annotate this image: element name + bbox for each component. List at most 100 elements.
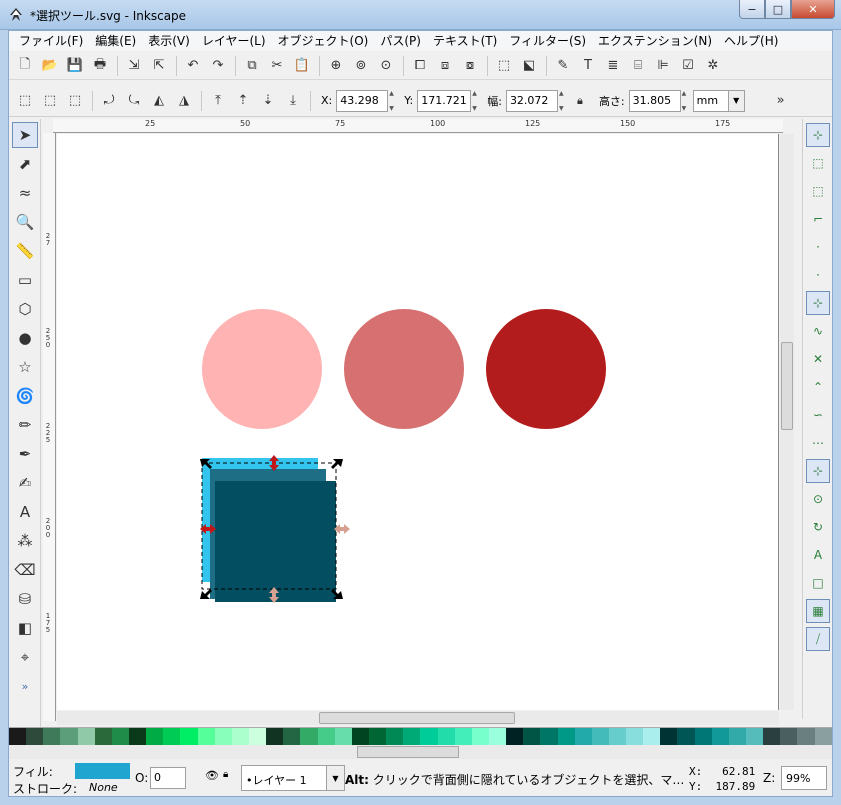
- palette-swatch[interactable]: [574, 728, 592, 745]
- palette-swatch[interactable]: [797, 728, 815, 745]
- palette-swatch[interactable]: [43, 728, 61, 745]
- more-tools-button[interactable]: »: [769, 89, 793, 113]
- maximize-button[interactable]: □: [765, 0, 791, 19]
- star-tool[interactable]: ☆: [12, 354, 38, 380]
- snap-cusp-icon[interactable]: ⌃: [806, 375, 830, 399]
- dropper-tool[interactable]: ⌖: [12, 644, 38, 670]
- palette-swatch[interactable]: [454, 728, 472, 745]
- palette-swatch[interactable]: [780, 728, 798, 745]
- redo-icon[interactable]: ↷: [206, 54, 230, 78]
- menu-item-9[interactable]: ヘルプ(H): [718, 31, 784, 51]
- vertical-scrollbar[interactable]: [780, 134, 794, 710]
- layer-lock-icon[interactable]: 🔒︎: [223, 769, 228, 780]
- eye-icon[interactable]: 👁︎: [205, 769, 219, 782]
- duplicate-icon[interactable]: ⧠: [408, 54, 432, 78]
- gradient-tool[interactable]: ◧: [12, 615, 38, 641]
- close-button[interactable]: ✕: [791, 0, 835, 19]
- menu-item-8[interactable]: エクステンション(N): [592, 31, 718, 51]
- menu-item-5[interactable]: パス(P): [374, 31, 427, 51]
- palette-swatch[interactable]: [94, 728, 112, 745]
- lock-icon[interactable]: 🔒︎: [568, 89, 592, 113]
- palette-swatch[interactable]: [626, 728, 644, 745]
- layer-select[interactable]: •レイヤー 1 ▼: [241, 765, 345, 791]
- menu-item-7[interactable]: フィルター(S): [503, 31, 592, 51]
- snap-guide-icon[interactable]: ⧸: [806, 627, 830, 651]
- vertical-scroll-thumb[interactable]: [781, 342, 793, 430]
- snap-intersection-icon[interactable]: ✕: [806, 347, 830, 371]
- calligraphy-tool[interactable]: ✍: [12, 470, 38, 496]
- menu-item-4[interactable]: オブジェクト(O): [272, 31, 375, 51]
- menu-item-6[interactable]: テキスト(T): [427, 31, 503, 51]
- spiral-tool[interactable]: 🌀: [12, 383, 38, 409]
- menu-item-1[interactable]: 編集(E): [89, 31, 142, 51]
- palette-swatch[interactable]: [523, 728, 541, 745]
- save-icon[interactable]: 💾: [63, 54, 87, 78]
- palette-swatch[interactable]: [763, 728, 781, 745]
- fill-indicator[interactable]: [75, 763, 130, 779]
- spray-tool[interactable]: ⁂: [12, 528, 38, 554]
- palette-swatch[interactable]: [746, 728, 764, 745]
- import-icon[interactable]: ⇲: [122, 54, 146, 78]
- palette-swatch[interactable]: [506, 728, 524, 745]
- ungroup-icon[interactable]: ⬕: [517, 54, 541, 78]
- palette-swatch[interactable]: [266, 728, 284, 745]
- palette-swatch[interactable]: [197, 728, 215, 745]
- snap-bbox-icon[interactable]: ⬚: [806, 151, 830, 175]
- palette-swatch[interactable]: [214, 728, 232, 745]
- cut-icon[interactable]: ✂: [265, 54, 289, 78]
- palette-swatch[interactable]: [608, 728, 627, 745]
- snap-toggle-icon[interactable]: ⊹: [806, 123, 830, 147]
- fill-stroke-icon[interactable]: ✎: [551, 54, 575, 78]
- bucket-tool[interactable]: ⛁: [12, 586, 38, 612]
- snap-bbox-midpoint-icon[interactable]: ·: [806, 235, 830, 259]
- snap-grid-icon[interactable]: ▦: [806, 599, 830, 623]
- palette-swatch[interactable]: [694, 728, 712, 745]
- palette-swatch[interactable]: [814, 728, 832, 745]
- palette-swatch[interactable]: [248, 728, 267, 745]
- palette-swatch[interactable]: [77, 728, 95, 745]
- palette-swatch[interactable]: [677, 728, 695, 745]
- x-spin-arrows[interactable]: ▲ ▼: [389, 90, 398, 112]
- dark-teal-square[interactable]: [215, 481, 336, 602]
- palette-swatch[interactable]: [300, 728, 318, 745]
- snap-bbox-center-icon[interactable]: ⋅: [806, 263, 830, 287]
- opacity-input[interactable]: 0: [150, 767, 186, 789]
- snap-smooth-icon[interactable]: ∽: [806, 403, 830, 427]
- clone-icon[interactable]: ⧈: [433, 54, 457, 78]
- ellipse-tool[interactable]: ●: [12, 325, 38, 351]
- lower-icon[interactable]: ⇣: [256, 89, 280, 113]
- paste-icon[interactable]: 📋: [290, 54, 314, 78]
- select-all-layers-icon[interactable]: ⬚: [38, 89, 62, 113]
- export-icon[interactable]: ⇱: [147, 54, 171, 78]
- snap-center-icon[interactable]: ⊙: [806, 487, 830, 511]
- palette-swatch[interactable]: [386, 728, 404, 745]
- palette-swatch[interactable]: [368, 728, 387, 745]
- layers-icon[interactable]: ≣: [601, 54, 625, 78]
- selector-tool[interactable]: ➤: [12, 122, 38, 148]
- palette-swatch[interactable]: [26, 728, 44, 745]
- height-input[interactable]: [628, 89, 681, 112]
- zoom-input[interactable]: 99%: [781, 766, 827, 790]
- snap-text-baseline-icon[interactable]: A: [806, 543, 830, 567]
- palette-swatch[interactable]: [351, 728, 369, 745]
- snap-path-icon[interactable]: ∿: [806, 319, 830, 343]
- raise-top-icon[interactable]: ⤒: [206, 89, 230, 113]
- raise-icon[interactable]: ⇡: [231, 89, 255, 113]
- rotate-cw-icon[interactable]: ⤿: [122, 89, 146, 113]
- new-icon[interactable]: 🗋: [13, 54, 37, 78]
- zoom-page-icon[interactable]: ⊙: [374, 54, 398, 78]
- rect-tool[interactable]: ▭: [12, 267, 38, 293]
- chevron-down-icon[interactable]: ▼: [727, 90, 744, 111]
- flip-v-icon[interactable]: ◮: [172, 89, 196, 113]
- zoom-drawing-icon[interactable]: ⊚: [349, 54, 373, 78]
- unlink-clone-icon[interactable]: ⧇: [458, 54, 482, 78]
- palette-scrollbar[interactable]: [9, 745, 832, 759]
- height-spin-arrows[interactable]: ▲ ▼: [682, 90, 691, 112]
- snap-page-border-icon[interactable]: □: [806, 571, 830, 595]
- width-spin-arrows[interactable]: ▲ ▼: [559, 90, 568, 112]
- palette-swatch[interactable]: [283, 728, 301, 745]
- palette-swatch[interactable]: [540, 728, 558, 745]
- palette-swatch[interactable]: [111, 728, 129, 745]
- chevron-down-icon[interactable]: ▼: [326, 766, 344, 790]
- width-input[interactable]: [505, 89, 558, 112]
